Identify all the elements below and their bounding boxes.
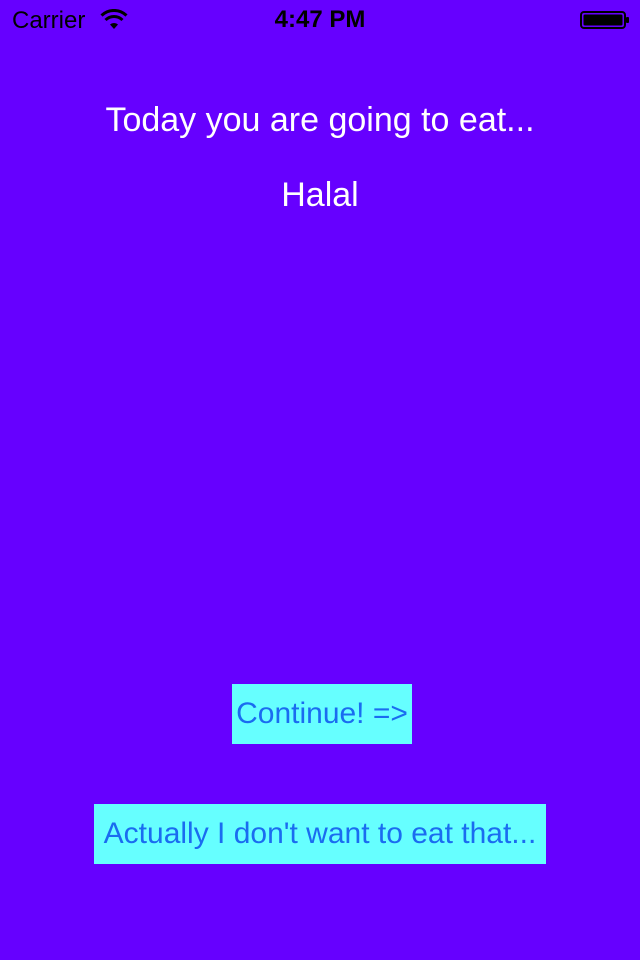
status-time: 4:47 PM: [274, 6, 366, 33]
battery-icon: [580, 11, 629, 29]
food-choice-label: Halal: [281, 176, 359, 214]
reject-food-button[interactable]: Actually I don't want to eat that...: [94, 804, 546, 864]
headline-text: Today you are going to eat...: [105, 101, 535, 139]
continue-button[interactable]: Continue! =>: [232, 684, 412, 744]
status-bar: Carrier 4:47 PM: [0, 0, 640, 40]
